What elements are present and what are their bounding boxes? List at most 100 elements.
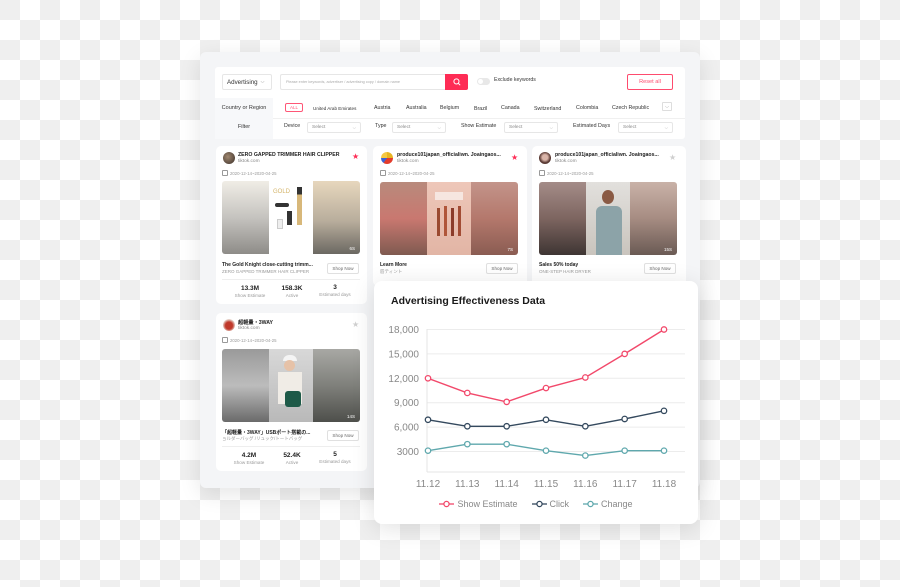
product-label bbox=[435, 192, 463, 200]
reset-all-button[interactable]: Reset all bbox=[627, 74, 673, 90]
country-option-all[interactable]: ALL bbox=[285, 103, 304, 112]
data-point bbox=[581, 374, 589, 381]
ad-subtitle: 唇ティント bbox=[380, 269, 403, 274]
ad-video-thumbnail[interactable]: 15S bbox=[539, 182, 677, 255]
ad-type-dropdown[interactable]: Advertising ⌵ bbox=[222, 74, 272, 90]
device-filter-label: Device bbox=[284, 123, 301, 129]
x-tick-label: 11.16 bbox=[573, 479, 598, 490]
search-button[interactable] bbox=[445, 74, 468, 90]
data-point bbox=[621, 415, 629, 423]
legend-item[interactable]: Show Estimate bbox=[439, 499, 518, 509]
data-point bbox=[424, 416, 432, 424]
data-point bbox=[542, 384, 550, 392]
shop-now-button[interactable]: Shop Now bbox=[644, 263, 676, 274]
ad-caption: Sales 50% today bbox=[539, 262, 579, 268]
country-option[interactable]: United Arab Emirates bbox=[313, 106, 356, 111]
country-option[interactable]: Austria bbox=[374, 105, 391, 111]
data-point bbox=[621, 447, 629, 455]
legend-item[interactable]: Click bbox=[531, 499, 569, 509]
ad-type-value: Advertising bbox=[227, 78, 258, 86]
y-tick-label: 12,000 bbox=[388, 374, 419, 385]
data-point bbox=[542, 447, 550, 455]
star-icon[interactable]: ★ bbox=[352, 321, 359, 329]
data-point bbox=[463, 389, 471, 397]
data-point bbox=[581, 422, 589, 430]
ad-domain: tiktok.com bbox=[238, 159, 260, 164]
product-shape bbox=[451, 208, 454, 236]
x-tick-label: 11.15 bbox=[534, 479, 559, 490]
person-head bbox=[602, 190, 614, 204]
star-icon[interactable]: ★ bbox=[511, 154, 518, 162]
star-icon[interactable]: ★ bbox=[669, 154, 676, 162]
shop-now-button[interactable]: Shop Now bbox=[327, 263, 359, 274]
thumbnail-blur-left bbox=[380, 182, 427, 255]
data-point bbox=[424, 447, 432, 455]
product-shape bbox=[444, 206, 447, 236]
device-filter-value: Select bbox=[312, 125, 326, 130]
device-filter-select[interactable]: Select ⌵ bbox=[307, 122, 361, 133]
stat-value: 5 bbox=[333, 451, 337, 458]
person-head bbox=[284, 360, 295, 371]
ad-caption: Learn More bbox=[380, 262, 407, 268]
type-filter-label: Type bbox=[375, 123, 387, 129]
stat-estimated-days: 3 Estimated days bbox=[315, 284, 355, 297]
calendar-icon bbox=[222, 170, 228, 176]
product-shape bbox=[277, 219, 283, 229]
stat-estimated-days: 5 Estimated days bbox=[315, 451, 355, 464]
ad-video-thumbnail[interactable]: GOLD 6S bbox=[222, 181, 360, 254]
keyword-search-input[interactable]: Please enter keywords, advertiser / adve… bbox=[280, 74, 445, 90]
ad-date-range: 2020-12-14~2020-04-25 bbox=[380, 170, 434, 176]
type-filter-select[interactable]: Select ⌵ bbox=[392, 122, 446, 133]
estimated-days-filter-value: Select bbox=[623, 125, 637, 130]
country-option[interactable]: Canada bbox=[501, 105, 520, 111]
shop-now-button[interactable]: Shop Now bbox=[327, 430, 359, 441]
stat-show-estimate: 4.2M Show Estimate bbox=[229, 452, 269, 465]
ad-date-text: 2020-12-14~2020-04-25 bbox=[230, 337, 277, 343]
x-tick-label: 11.14 bbox=[495, 479, 520, 490]
expand-countries-button[interactable]: ⌵ bbox=[662, 102, 672, 111]
thumbnail-product-image bbox=[427, 182, 471, 255]
thumbnail-blur-right bbox=[313, 349, 360, 422]
show-estimate-filter-label: Show Estimate bbox=[461, 123, 497, 129]
stat-value: 4.2M bbox=[241, 452, 257, 459]
country-option[interactable]: Brazil bbox=[474, 106, 487, 112]
y-tick-label: 15,000 bbox=[388, 349, 419, 360]
product-shape bbox=[458, 206, 461, 236]
ad-date-text: 2020-12-14~2020-04-25 bbox=[547, 170, 594, 176]
effectiveness-chart-card: Advertising Effectiveness Data 3000 6,000… bbox=[374, 281, 698, 524]
star-icon[interactable]: ★ bbox=[352, 153, 359, 161]
exclude-keywords-toggle[interactable] bbox=[477, 78, 490, 85]
line-chart: 3000 6,000 9,000 12,000 15,000 18,000 11.12 11.… bbox=[388, 325, 685, 490]
thumbnail-blur-left bbox=[222, 349, 269, 422]
country-option[interactable]: Colombia bbox=[576, 105, 598, 111]
person-body bbox=[596, 206, 622, 255]
shop-now-button[interactable]: Shop Now bbox=[486, 263, 518, 274]
video-duration: 15S bbox=[663, 247, 672, 252]
video-duration: 6S bbox=[349, 246, 355, 251]
thumbnail-blur-right bbox=[630, 182, 677, 255]
exclude-keywords-label: Exclude keywords bbox=[494, 77, 536, 83]
y-tick-label: 6,000 bbox=[394, 423, 419, 434]
legend-label: Change bbox=[601, 499, 633, 509]
stat-active: 158.3K Active bbox=[272, 285, 312, 298]
country-option[interactable]: Switzerland bbox=[534, 106, 561, 112]
country-option[interactable]: Czech Republic bbox=[612, 105, 649, 111]
estimated-days-filter-select[interactable]: Select ⌵ bbox=[618, 122, 673, 133]
data-point bbox=[463, 440, 471, 448]
legend-marker-icon bbox=[439, 500, 455, 508]
ad-video-thumbnail[interactable]: 14S bbox=[222, 349, 360, 422]
ad-video-thumbnail[interactable]: 7S bbox=[380, 182, 518, 255]
legend-marker-icon bbox=[583, 500, 598, 508]
stat-value: 52.4K bbox=[283, 452, 301, 459]
ad-date-text: 2020-12-14~2020-04-25 bbox=[230, 170, 277, 176]
country-option[interactable]: Belgium bbox=[440, 105, 459, 111]
stat-label: Estimated days bbox=[319, 292, 351, 297]
legend-item[interactable]: Change bbox=[583, 499, 633, 509]
show-estimate-filter-select[interactable]: Select ⌵ bbox=[504, 122, 558, 133]
country-option[interactable]: Australia bbox=[406, 105, 427, 111]
filter-row-label: Filter bbox=[237, 124, 251, 130]
ad-date-text: 2020-12-14~2020-04-25 bbox=[388, 170, 435, 176]
stat-label: Active bbox=[285, 460, 299, 465]
thumbnail-blur-left bbox=[222, 181, 269, 254]
ad-caption: The Gold Knight close-cutting trimm... bbox=[222, 262, 313, 268]
